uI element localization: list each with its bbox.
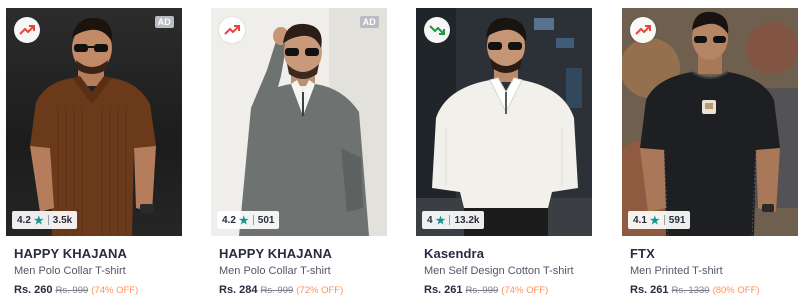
rating-value: 4	[427, 214, 433, 226]
model-photo	[416, 8, 592, 236]
rating-value: 4.2	[17, 214, 31, 226]
product-discount: (80% OFF)	[712, 285, 760, 296]
rating-count: 501	[257, 214, 275, 226]
rating-count: 3.5k	[52, 214, 73, 226]
product-brand: HAPPY KHAJANA	[14, 246, 128, 261]
price-row: Rs. 284 Rs. 999 (72% OFF)	[219, 284, 343, 296]
model-photo	[30, 17, 156, 236]
product-image[interactable]: 4 ★ 13.2k	[416, 8, 592, 236]
star-icon: ★	[238, 214, 249, 227]
rating-count: 591	[668, 214, 686, 226]
rating-value: 4.2	[222, 214, 236, 226]
trending-up-icon	[14, 17, 40, 43]
product-price: Rs. 261	[630, 284, 669, 296]
ad-badge: AD	[359, 16, 379, 28]
product-discount: (74% OFF)	[501, 285, 549, 296]
product-image[interactable]: AD 4.2 ★ 3.5k	[6, 8, 182, 236]
product-discount: (74% OFF)	[91, 285, 139, 296]
product-card[interactable]: 4 ★ 13.2k Kasendra Men Self Design Cotto…	[416, 0, 592, 299]
product-card[interactable]: 4.1 ★ 591 FTX Men Printed T-shirt Rs. 26…	[622, 0, 798, 299]
product-card[interactable]: AD 4.2 ★ 501 HAPPY KHAJANA Men Polo Coll…	[211, 0, 387, 299]
product-description: Men Printed T-shirt	[630, 265, 723, 277]
rating-value: 4.1	[633, 214, 647, 226]
product-price: Rs. 284	[219, 284, 258, 296]
ad-badge: AD	[154, 16, 174, 28]
divider	[47, 215, 49, 225]
product-brand: Kasendra	[424, 246, 485, 261]
star-icon: ★	[33, 214, 44, 227]
trending-down-icon	[424, 17, 450, 43]
star-icon: ★	[649, 214, 660, 227]
model-photo	[622, 8, 798, 236]
product-mrp: Rs. 1330	[671, 285, 710, 296]
product-description: Men Polo Collar T-shirt	[14, 265, 126, 277]
rating-badge: 4.2 ★ 3.5k	[12, 211, 78, 229]
star-icon: ★	[435, 214, 446, 227]
product-price: Rs. 260	[14, 284, 53, 296]
product-image[interactable]: AD 4.2 ★ 501	[211, 8, 387, 236]
divider	[663, 215, 665, 225]
model-photo	[211, 8, 387, 236]
divider	[252, 215, 254, 225]
rating-badge: 4.1 ★ 591	[628, 211, 691, 229]
product-card[interactable]: AD 4.2 ★ 3.5k HAPPY KHAJANA Men Polo Col…	[6, 0, 182, 299]
product-price: Rs. 261	[424, 284, 463, 296]
product-description: Men Self Design Cotton T-shirt	[424, 265, 574, 277]
product-image[interactable]: 4.1 ★ 591	[622, 8, 798, 236]
rating-badge: 4 ★ 13.2k	[422, 211, 485, 229]
trending-up-icon	[630, 17, 656, 43]
product-discount: (72% OFF)	[296, 285, 344, 296]
rating-count: 13.2k	[454, 214, 480, 226]
product-description: Men Polo Collar T-shirt	[219, 265, 331, 277]
product-mrp: Rs. 999	[260, 285, 294, 296]
divider	[449, 215, 451, 225]
product-brand: HAPPY KHAJANA	[219, 246, 333, 261]
product-brand: FTX	[630, 246, 655, 261]
price-row: Rs. 261 Rs. 999 (74% OFF)	[424, 284, 548, 296]
rating-badge: 4.2 ★ 501	[217, 211, 280, 229]
product-mrp: Rs. 999	[465, 285, 499, 296]
trending-up-icon	[219, 17, 245, 43]
price-row: Rs. 261 Rs. 1330 (80% OFF)	[630, 284, 760, 296]
price-row: Rs. 260 Rs. 999 (74% OFF)	[14, 284, 138, 296]
product-mrp: Rs. 999	[55, 285, 89, 296]
